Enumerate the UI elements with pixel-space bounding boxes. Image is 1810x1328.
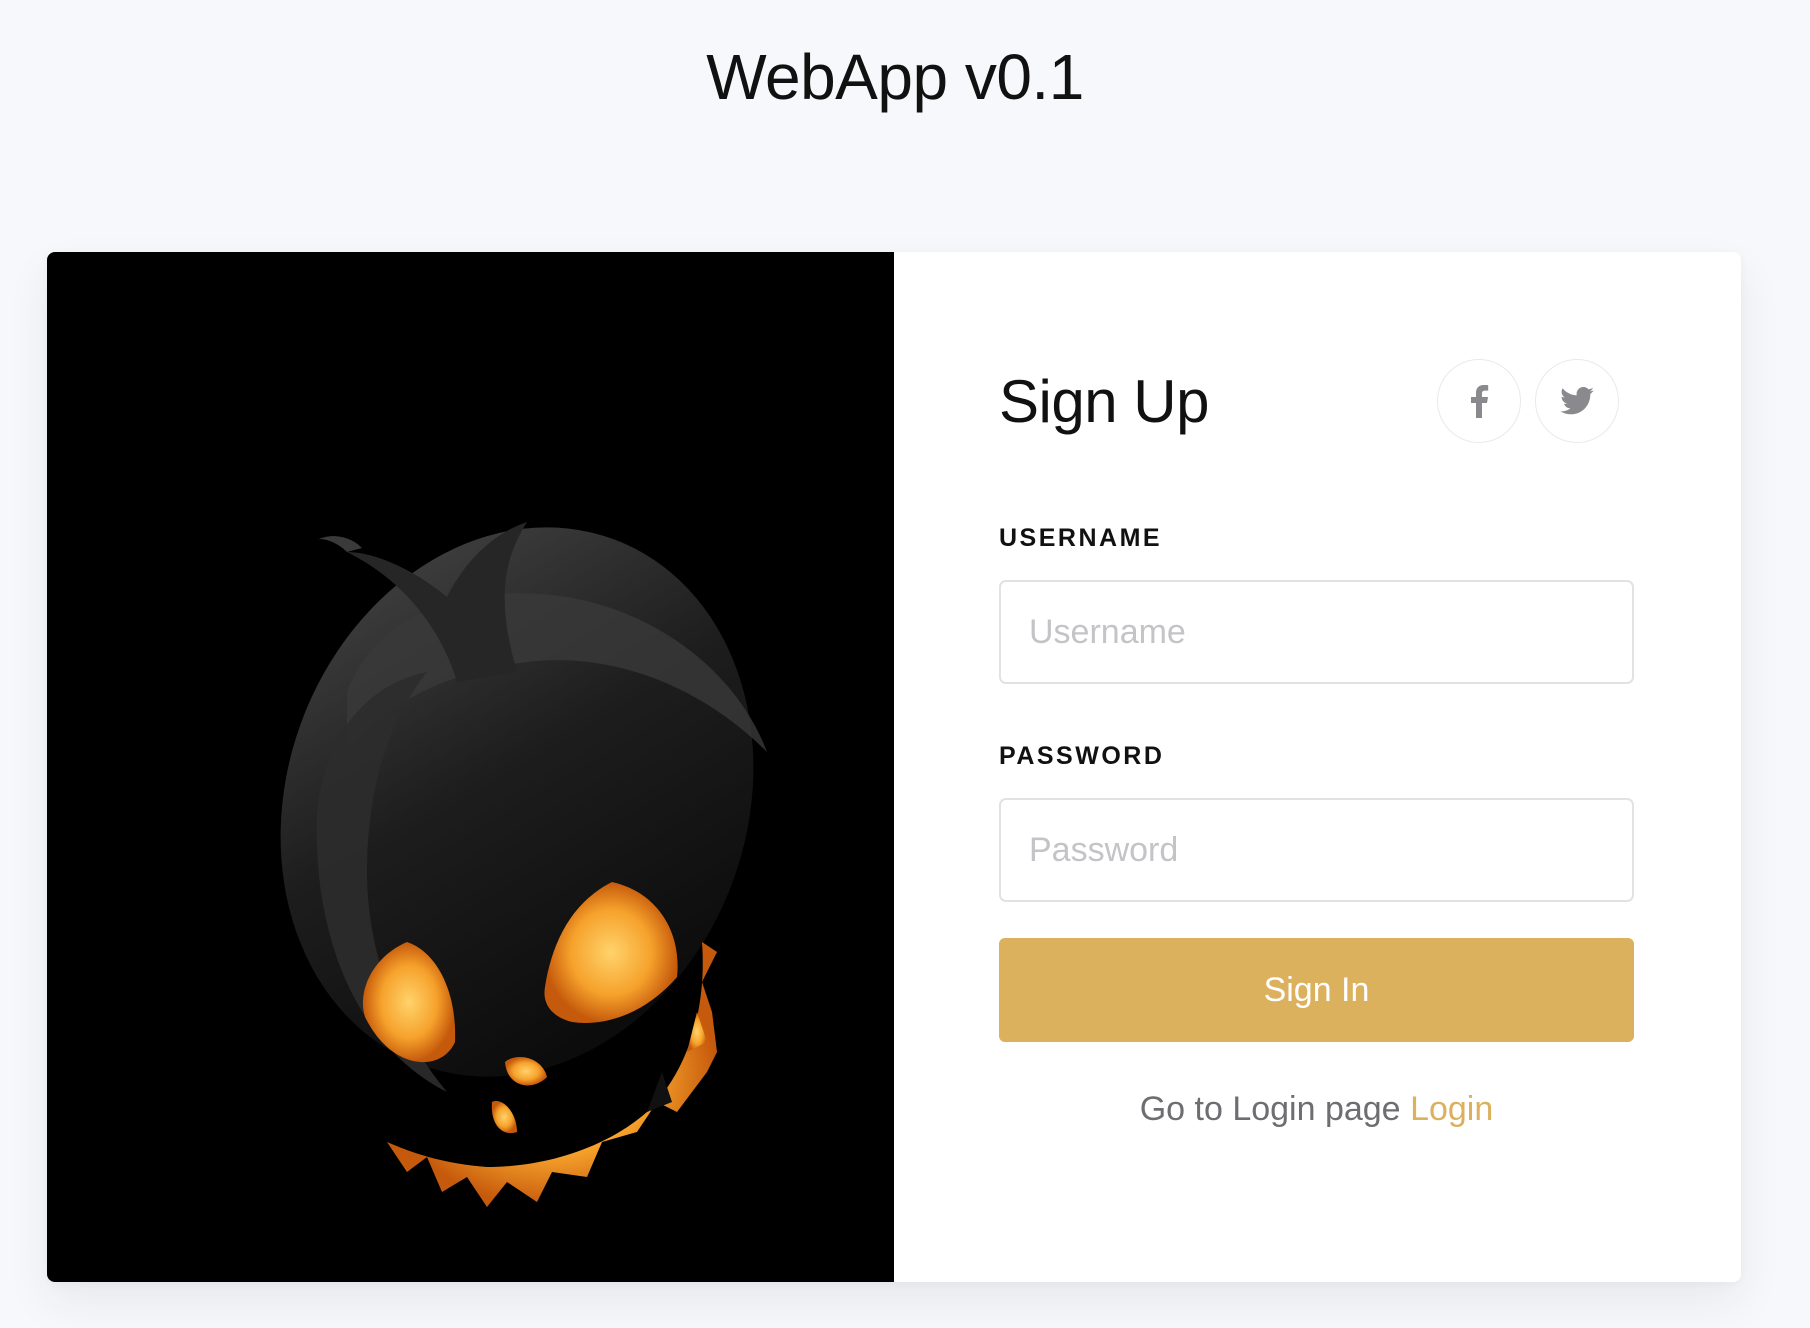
twitter-icon — [1560, 387, 1594, 415]
hero-image-panel — [47, 252, 894, 1282]
app-title: WebApp v0.1 — [706, 41, 1084, 113]
password-label: PASSWORD — [999, 742, 1165, 770]
login-prompt: Go to Login page Login — [999, 1090, 1634, 1129]
login-prompt-text: Go to Login page — [1139, 1090, 1401, 1128]
sign-in-button[interactable]: Sign In — [999, 938, 1634, 1042]
facebook-button[interactable] — [1437, 359, 1521, 443]
password-input[interactable] — [999, 798, 1634, 902]
signup-card: Sign Up USERNAME PASSWORD Sign In Go to … — [47, 252, 1741, 1282]
form-panel: Sign Up USERNAME PASSWORD Sign In Go to … — [894, 252, 1741, 1282]
facebook-icon — [1471, 385, 1489, 418]
jack-o-lantern-image — [280, 522, 767, 1207]
username-input[interactable] — [999, 580, 1634, 684]
login-link[interactable]: Login — [1410, 1090, 1493, 1128]
twitter-button[interactable] — [1535, 359, 1619, 443]
page: WebApp v0.1 Sign Up USERNAME Username PA… — [0, 0, 1810, 1328]
username-label: USERNAME — [999, 524, 1163, 552]
form-title: Sign Up — [999, 368, 1209, 435]
